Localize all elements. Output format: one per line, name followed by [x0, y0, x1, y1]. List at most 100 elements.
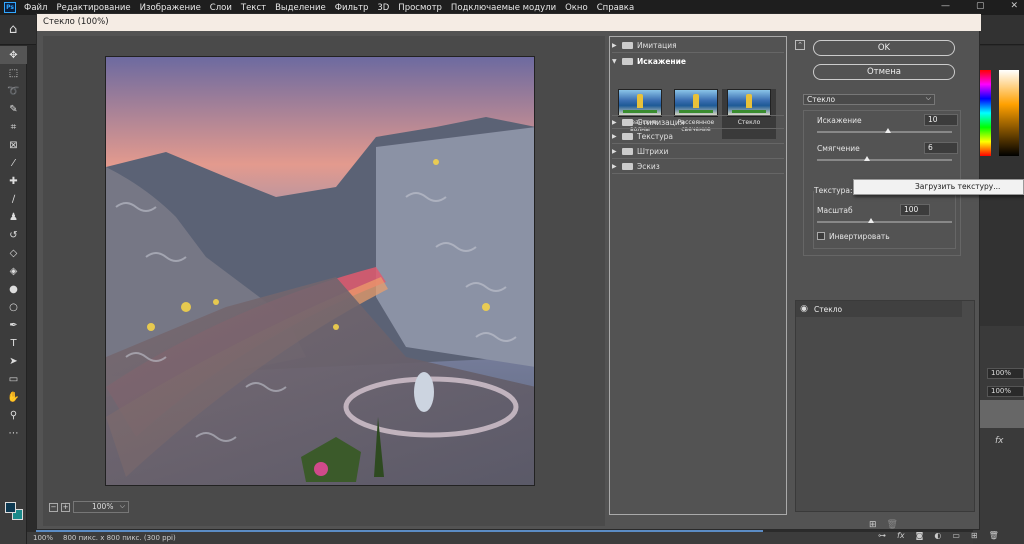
- collapse-gallery-icon[interactable]: ⌃: [795, 40, 805, 50]
- more-icon[interactable]: ⋯: [0, 424, 27, 442]
- preview-image[interactable]: [105, 56, 535, 486]
- lasso-icon[interactable]: ➰: [0, 82, 27, 100]
- expand-icon: ▶: [612, 163, 617, 170]
- menu-plugins[interactable]: Подключаемые модули: [451, 3, 556, 13]
- category-sketch[interactable]: ▶ Эскиз: [612, 160, 784, 174]
- add-icon[interactable]: ⊞: [971, 531, 978, 540]
- trash-icon[interactable]: 🗑: [989, 531, 999, 540]
- stamp-icon[interactable]: ♟: [0, 208, 27, 226]
- smoothness-slider[interactable]: [817, 156, 952, 161]
- zoom-in-button[interactable]: +: [61, 502, 70, 512]
- opacity-field[interactable]: 100%: [987, 368, 1024, 379]
- quick-select-icon[interactable]: ✎: [0, 100, 27, 118]
- healing-icon[interactable]: ✚: [0, 172, 27, 190]
- type-icon[interactable]: T: [0, 334, 27, 352]
- category-label: Текстура: [637, 132, 674, 141]
- color-picker-field[interactable]: [999, 70, 1019, 156]
- effect-layers-panel: ◉ Стекло: [795, 300, 975, 512]
- expand-icon: ▶: [612, 133, 617, 140]
- category-brush-strokes[interactable]: ▶ Штрихи: [612, 145, 784, 159]
- preview-area: − + 100%: [43, 36, 605, 526]
- category-label: Искажение: [637, 56, 686, 66]
- color-spectrum[interactable]: [979, 70, 991, 156]
- history-brush-icon[interactable]: ↺: [0, 226, 27, 244]
- slider-knob[interactable]: [868, 218, 875, 223]
- invert-checkbox[interactable]: [817, 232, 825, 240]
- brush-icon[interactable]: ∕: [0, 190, 27, 208]
- category-distort[interactable]: ▼ Искажение: [612, 54, 784, 68]
- close-icon[interactable]: ✕: [1010, 1, 1018, 11]
- category-texture[interactable]: ▶ Текстура: [612, 130, 784, 144]
- zoom-out-button[interactable]: −: [49, 502, 58, 512]
- folder-icon: [622, 42, 633, 49]
- cancel-button[interactable]: Отмена: [813, 64, 955, 80]
- thumb-image: [727, 89, 771, 117]
- ok-button[interactable]: OK: [813, 40, 955, 56]
- effect-layer-row[interactable]: ◉ Стекло: [796, 301, 962, 317]
- folder-icon[interactable]: ▭: [952, 531, 960, 540]
- move-icon[interactable]: ✥: [0, 46, 27, 64]
- folder-icon: [622, 148, 633, 155]
- smoothness-input[interactable]: 6: [924, 142, 958, 154]
- slider-knob[interactable]: [864, 156, 871, 161]
- blur-icon[interactable]: ●: [0, 280, 27, 298]
- foreground-color[interactable]: [5, 502, 16, 513]
- frame-icon[interactable]: ⊠: [0, 136, 27, 154]
- scale-slider[interactable]: [817, 218, 952, 223]
- pen-icon[interactable]: ✒: [0, 316, 27, 334]
- menu-file[interactable]: Файл: [24, 3, 47, 13]
- layers-footer-icons: ⊶ fx ◙ ◐ ▭ ⊞ 🗑: [878, 531, 999, 540]
- expand-icon: ▶: [612, 148, 617, 155]
- fill-field[interactable]: 100%: [987, 386, 1024, 397]
- distortion-slider[interactable]: [817, 128, 952, 133]
- load-texture-menu-item[interactable]: Загрузить текстуру...: [853, 179, 1024, 195]
- menu-image[interactable]: Изображение: [140, 3, 201, 13]
- category-stylize[interactable]: ▶ Стилизация: [612, 115, 784, 129]
- menu-edit[interactable]: Редактирование: [56, 3, 130, 13]
- adjustment-icon[interactable]: ◐: [934, 531, 941, 540]
- home-icon[interactable]: ⌂: [9, 23, 23, 37]
- category-label: Стилизация: [637, 117, 685, 127]
- minimize-icon[interactable]: —: [941, 1, 950, 11]
- menu-help[interactable]: Справка: [597, 3, 634, 13]
- mask-icon[interactable]: ◙: [916, 531, 924, 540]
- status-bar: 100% 800 пикс. x 800 пикс. (300 ppi): [27, 532, 973, 544]
- menu-window[interactable]: Окно: [565, 3, 588, 13]
- filter-gallery-dialog: Стекло (100%) − + 100% ⌵ ▶ Имитация ▼ Ис…: [36, 13, 981, 530]
- new-layer-icon[interactable]: ⊞: [869, 520, 877, 530]
- color-swatches[interactable]: [3, 498, 25, 522]
- fx-icon[interactable]: fx: [897, 531, 905, 540]
- tools-panel: ✥ ⬚ ➰ ✎ ⌗ ⊠ ⁄ ✚ ∕ ♟ ↺ ◇ ◈ ● ○ ✒ T ➤ ▭ ✋ …: [0, 46, 27, 544]
- eye-icon[interactable]: ◉: [796, 304, 812, 314]
- eyedropper-icon[interactable]: ⁄: [0, 154, 27, 172]
- filter-controls: ⌃ OK Отмена Стекло Искажение 10 Смягчени…: [795, 36, 975, 530]
- category-label: Эскиз: [637, 162, 660, 171]
- menu-3d[interactable]: 3D: [377, 3, 389, 13]
- zoom-controls: − + 100%: [49, 501, 129, 513]
- eraser-icon[interactable]: ◇: [0, 244, 27, 262]
- dodge-icon[interactable]: ○: [0, 298, 27, 316]
- scale-input[interactable]: 100: [900, 204, 930, 216]
- menu-type[interactable]: Текст: [241, 3, 266, 13]
- marquee-icon[interactable]: ⬚: [0, 64, 27, 82]
- trash-icon[interactable]: 🗑: [887, 520, 898, 530]
- menu-layers[interactable]: Слои: [210, 3, 232, 13]
- crop-icon[interactable]: ⌗: [0, 118, 27, 136]
- link-icon[interactable]: ⊶: [878, 531, 886, 540]
- maximize-icon[interactable]: ▢: [976, 1, 985, 11]
- rectangle-icon[interactable]: ▭: [0, 370, 27, 388]
- menu-view[interactable]: Просмотр: [398, 3, 442, 13]
- path-select-icon[interactable]: ➤: [0, 352, 27, 370]
- menu-filter[interactable]: Фильтр: [335, 3, 369, 13]
- bucket-icon[interactable]: ◈: [0, 262, 27, 280]
- filter-gallery: ▶ Имитация ▼ Искажение Океанские волны Рас…: [609, 36, 787, 515]
- zoom-icon[interactable]: ⚲: [0, 406, 27, 424]
- zoom-select[interactable]: 100%: [73, 501, 129, 513]
- category-imitation[interactable]: ▶ Имитация: [612, 39, 784, 53]
- slider-knob[interactable]: [884, 128, 891, 133]
- menu-select[interactable]: Выделение: [275, 3, 326, 13]
- hand-icon[interactable]: ✋: [0, 388, 27, 406]
- distortion-input[interactable]: 10: [924, 114, 958, 126]
- layer-thumbnail: [977, 400, 1024, 428]
- filter-select[interactable]: Стекло: [803, 94, 935, 105]
